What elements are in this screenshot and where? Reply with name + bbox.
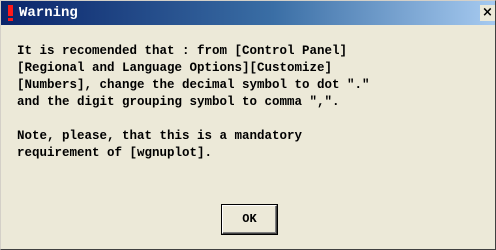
message-line: requirement of [wgnuplot]. bbox=[17, 146, 213, 160]
warning-exclamation-icon bbox=[8, 5, 13, 21]
warning-message: It is recomended that : from [Control Pa… bbox=[17, 43, 487, 162]
title-bar[interactable]: Warning × bbox=[1, 1, 495, 25]
close-button[interactable]: × bbox=[480, 5, 495, 21]
message-line: [Regional and Language Options][Customiz… bbox=[17, 61, 333, 75]
message-line: and the digit grouping symbol to comma "… bbox=[17, 95, 340, 109]
message-line: It is recomended that : from [Control Pa… bbox=[17, 44, 348, 58]
close-icon: × bbox=[482, 5, 493, 20]
window-title: Warning bbox=[19, 5, 78, 21]
message-line: [Numbers], change the decimal symbol to … bbox=[17, 78, 370, 92]
message-line: Note, please, that this is a mandatory bbox=[17, 129, 303, 143]
ok-button[interactable]: OK bbox=[221, 204, 278, 235]
warning-dialog: Warning × It is recomended that : from [… bbox=[0, 0, 496, 250]
